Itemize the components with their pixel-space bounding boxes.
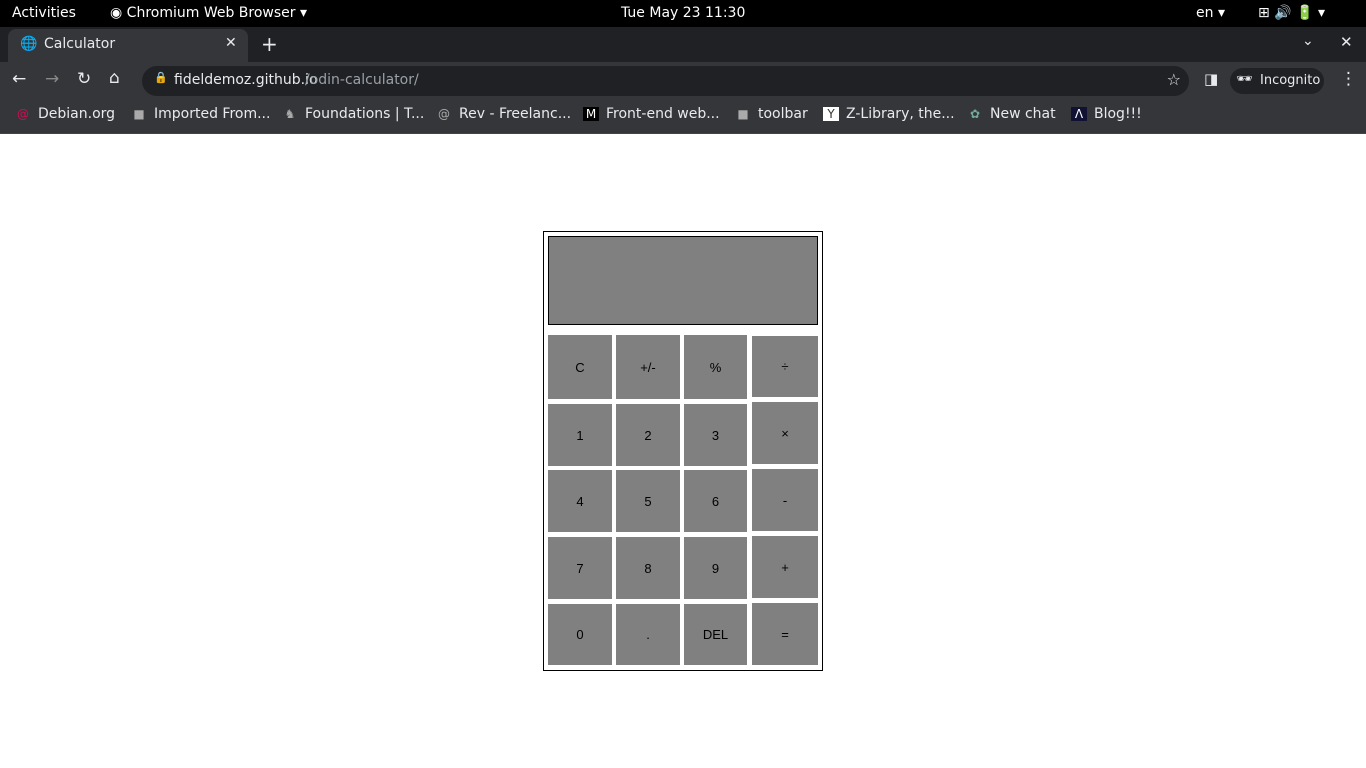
bookmark-label: Z-Library, the... [846,106,955,122]
bookmark-label: toolbar [758,106,808,122]
bookmark-rev[interactable]: @ Rev - Freelanc... [436,106,571,122]
rev-icon: @ [438,107,450,121]
browser-toolbar: ← → ↻ ⌂ 🔒 fideldemoz.github.io/odin-calc… [0,62,1366,100]
folder-icon: ■ [737,107,749,121]
key-7[interactable]: 7 [548,537,612,599]
globe-icon: 🌐 [20,36,38,52]
key-multiply[interactable]: × [752,402,818,464]
folder-icon: ■ [133,107,145,121]
key-9[interactable]: 9 [684,537,747,599]
key-5[interactable]: 5 [616,470,680,532]
key-equals[interactable]: = [752,603,818,665]
app-name: Chromium Web Browser [126,5,296,21]
forward-icon[interactable]: → [45,69,59,89]
system-status-icons[interactable]: ⊞ 🔊 🔋 ▾ [1258,5,1325,21]
bookmark-folder-imported[interactable]: ■ Imported From... [131,106,270,122]
reload-icon[interactable]: ↻ [77,69,91,89]
language-indicator[interactable]: en ▾ [1196,5,1225,21]
bookmark-label: Imported From... [154,106,271,122]
app-menu[interactable]: ◉ Chromium Web Browser ▾ [110,5,307,21]
key-subtract[interactable]: - [752,469,818,531]
bookmark-debian[interactable]: @ Debian.org [15,106,115,122]
key-3[interactable]: 3 [684,404,747,466]
chatgpt-icon: ✿ [969,107,981,121]
bookmark-new-chat[interactable]: ✿ New chat [967,106,1056,122]
m-icon: M [583,107,599,121]
calculator-display [548,236,818,325]
lock-icon: 🔒 [154,71,168,84]
key-decimal[interactable]: . [616,604,680,665]
bookmark-label: Front-end web... [606,106,720,122]
tab-calculator[interactable]: 🌐 Calculator ✕ [8,29,248,62]
bookmark-label: Debian.org [38,106,116,122]
activities-button[interactable]: Activities [12,5,76,21]
clock[interactable]: Tue May 23 11:30 [621,5,745,21]
bookmark-star-icon[interactable]: ☆ [1167,70,1181,89]
home-icon[interactable]: ⌂ [109,68,120,88]
odin-icon: ♞ [284,107,296,121]
incognito-label: Incognito [1260,73,1321,88]
close-window-icon[interactable]: ✕ [1340,33,1353,51]
close-tab-icon[interactable]: ✕ [225,35,237,51]
bookmark-label: New chat [990,106,1056,122]
new-tab-icon[interactable]: + [261,32,278,56]
back-icon[interactable]: ← [12,69,26,89]
tab-search-icon[interactable]: ⌄ [1302,33,1314,49]
zlibrary-icon: Y [823,107,839,121]
bookmark-label: Foundations | T... [305,106,425,122]
url-path: /odin-calculator/ [305,72,419,88]
key-2[interactable]: 2 [616,404,680,466]
system-top-bar: Activities ◉ Chromium Web Browser ▾ Tue … [0,0,1366,27]
key-delete[interactable]: DEL [684,604,747,665]
menu-icon[interactable]: ⋮ [1340,69,1357,89]
key-add[interactable]: + [752,536,818,598]
url-host: fideldemoz.github.io [174,72,318,88]
bookmark-zlibrary[interactable]: Y Z-Library, the... [823,106,955,122]
side-panel-icon[interactable]: ◨ [1204,70,1218,88]
blog-icon: Λ [1071,107,1087,121]
language-label: en [1196,5,1214,21]
calculator: C +/-% ÷ 1 2 3 × 4 5 6- 7 8 9 +0. DEL = [543,231,823,671]
address-bar[interactable]: 🔒 fideldemoz.github.io/odin-calculator/ … [142,66,1189,96]
bookmark-foundations[interactable]: ♞ Foundations | T... [282,106,425,122]
incognito-badge[interactable]: 🕶 Incognito [1230,68,1324,94]
bookmark-folder-toolbar[interactable]: ■ toolbar [735,106,808,122]
key-0[interactable]: 0 [548,604,612,665]
key-sign[interactable]: +/- [616,335,680,399]
tab-strip: 🌐 Calculator ✕ + ⌄ ✕ [0,27,1366,62]
debian-icon: @ [17,107,29,121]
bookmark-blog[interactable]: Λ Blog!!! [1071,106,1142,122]
key-6[interactable]: 6 [684,470,747,532]
key-4[interactable]: 4 [548,470,612,532]
tab-title: Calculator [44,36,116,52]
bookmarks-bar: @ Debian.org ■ Imported From... ♞ Foundatio… [0,100,1366,134]
key-1[interactable]: 1 [548,404,612,466]
incognito-icon: 🕶 [1236,72,1253,87]
bookmark-label: Blog!!! [1094,106,1142,122]
key-divide[interactable]: ÷ [752,336,818,397]
bookmark-frontend[interactable]: M Front-end web... [583,106,720,122]
key-8[interactable]: 8 [616,537,680,599]
key-clear[interactable]: C [548,335,612,399]
bookmark-label: Rev - Freelanc... [459,106,572,122]
key-percent[interactable]: % [684,335,747,399]
